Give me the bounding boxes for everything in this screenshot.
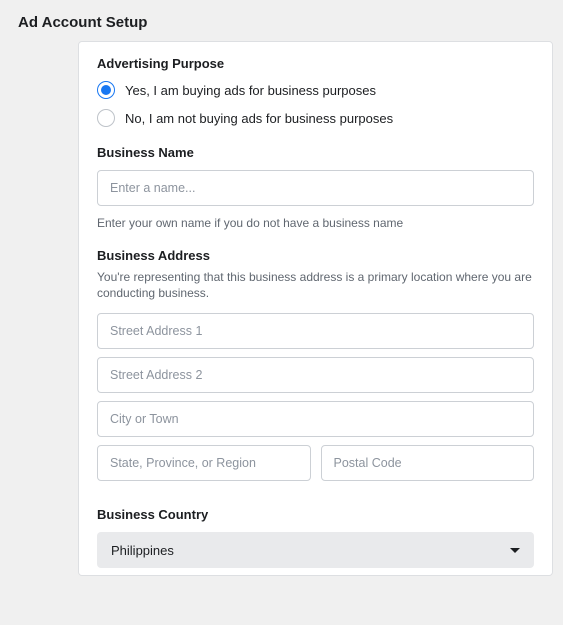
business-name-label: Business Name — [97, 145, 534, 160]
street1-input[interactable] — [97, 313, 534, 349]
page-title: Ad Account Setup — [0, 0, 563, 41]
business-country-label: Business Country — [97, 507, 534, 522]
advertising-purpose-label: Advertising Purpose — [97, 56, 534, 71]
business-name-helper: Enter your own name if you do not have a… — [97, 216, 534, 230]
business-address-desc: You're representing that this business a… — [97, 269, 534, 301]
business-name-input[interactable] — [97, 170, 534, 206]
business-country-select[interactable]: Philippines — [97, 532, 534, 568]
radio-icon — [97, 109, 115, 127]
purpose-yes-label: Yes, I am buying ads for business purpos… — [125, 83, 376, 98]
purpose-yes-radio[interactable]: Yes, I am buying ads for business purpos… — [97, 81, 534, 99]
city-input[interactable] — [97, 401, 534, 437]
chevron-down-icon — [510, 548, 520, 553]
setup-panel[interactable]: Advertising Purpose Yes, I am buying ads… — [78, 41, 553, 576]
purpose-no-label: No, I am not buying ads for business pur… — [125, 111, 393, 126]
purpose-no-radio[interactable]: No, I am not buying ads for business pur… — [97, 109, 534, 127]
street2-input[interactable] — [97, 357, 534, 393]
business-country-value: Philippines — [111, 543, 174, 558]
business-address-label: Business Address — [97, 248, 534, 263]
radio-icon — [97, 81, 115, 99]
region-input[interactable] — [97, 445, 311, 481]
postal-input[interactable] — [321, 445, 535, 481]
